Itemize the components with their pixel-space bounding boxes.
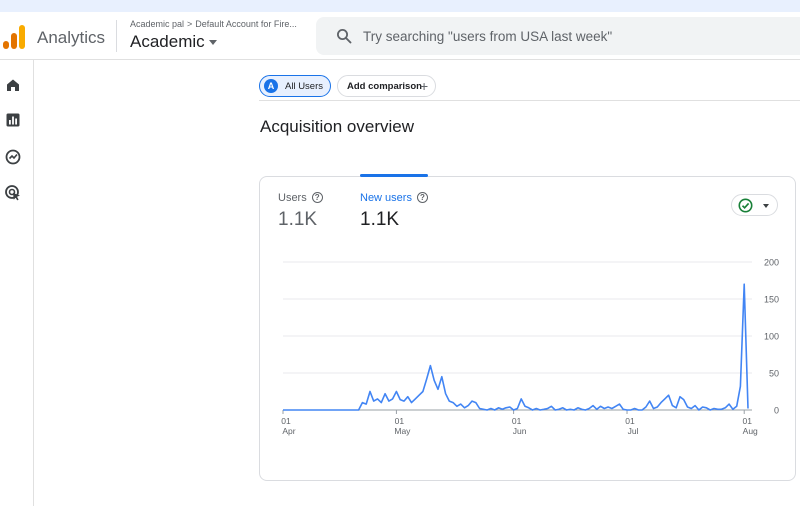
x-tick-day-label: 01 [742, 416, 752, 426]
breadcrumb-separator: > [187, 19, 193, 29]
help-icon[interactable]: ? [416, 192, 428, 203]
help-icon[interactable]: ? [311, 192, 323, 203]
x-tick-day-label: 01 [512, 416, 522, 426]
header-divider [116, 20, 117, 52]
caret-down-icon [208, 40, 217, 46]
x-tick-month-label: May [394, 426, 411, 436]
explore-icon[interactable] [4, 148, 22, 166]
metric-users[interactable]: Users? 1.1K [278, 192, 323, 231]
add-comparison-label: Add comparison [347, 81, 422, 92]
top-strip [0, 0, 800, 12]
check-circle-icon [738, 198, 753, 213]
breadcrumb-property-path[interactable]: Default Account for Fire... [195, 19, 297, 29]
app-header: Analytics Academic pal > Default Account f… [0, 12, 800, 60]
metric-users-value: 1.1K [278, 209, 318, 230]
advertising-icon[interactable] [4, 184, 22, 202]
property-name: Academic [130, 32, 205, 51]
search-box[interactable] [316, 17, 800, 55]
y-tick-label: 200 [764, 258, 779, 268]
app-title: Analytics [37, 28, 106, 47]
left-nav [0, 60, 34, 506]
data-quality-status-button[interactable] [731, 194, 778, 216]
all-users-label: All Users [285, 81, 324, 92]
x-tick-day-label: 01 [281, 416, 291, 426]
add-comparison-button[interactable]: Add comparison + [337, 75, 436, 97]
x-tick-month-label: Apr [282, 426, 295, 436]
metric-new-users[interactable]: New users? 1.1K [360, 192, 428, 231]
x-tick-day-label: 01 [625, 416, 635, 426]
caret-down-icon [763, 204, 769, 208]
segment-badge: A [264, 79, 278, 93]
breadcrumb[interactable]: Academic pal > Default Account for Fire... [130, 19, 297, 29]
search-icon [337, 29, 352, 44]
plus-icon: + [420, 78, 429, 94]
y-tick-label: 100 [764, 332, 779, 342]
metric-users-label: Users [278, 192, 307, 204]
search-input[interactable] [363, 25, 783, 47]
toolbar-divider [259, 100, 800, 101]
property-selector[interactable]: Academic [130, 32, 217, 52]
x-tick-month-label: Aug [743, 426, 758, 436]
metric-new-users-label: New users [360, 192, 412, 204]
breadcrumb-account[interactable]: Academic pal [130, 19, 184, 29]
x-tick-month-label: Jun [513, 426, 527, 436]
home-icon[interactable] [4, 76, 22, 94]
y-tick-label: 150 [764, 295, 779, 305]
analytics-logo-icon[interactable] [2, 24, 26, 50]
new-users-line-chart: 05010015020001Apr01May01Jun01Jul01Aug [281, 258, 779, 437]
x-tick-month-label: Jul [628, 426, 639, 436]
reports-icon[interactable] [4, 111, 22, 129]
all-users-chip[interactable]: A All Users [259, 75, 331, 97]
active-tab-indicator [360, 174, 428, 177]
page-title: Acquisition overview [260, 117, 415, 136]
y-tick-label: 50 [769, 369, 779, 379]
x-tick-day-label: 01 [395, 416, 405, 426]
series-line-new-users [283, 283, 749, 411]
metric-new-users-value: 1.1K [360, 209, 400, 230]
y-tick-label: 0 [774, 406, 779, 416]
